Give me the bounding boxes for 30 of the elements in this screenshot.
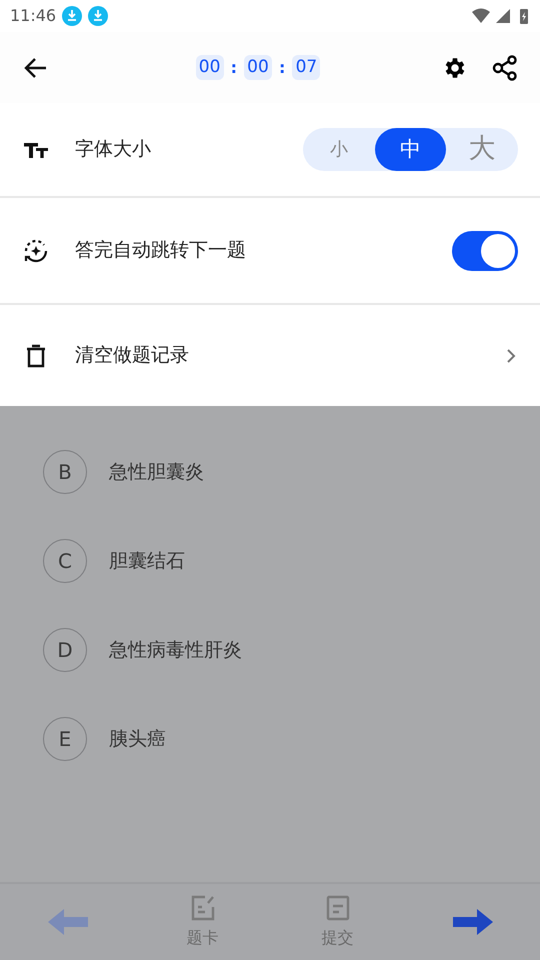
option-text[interactable]: 胰头癌 — [109, 724, 166, 754]
setting-label: 清空做题记录 — [75, 343, 190, 368]
option-text[interactable]: 胆囊结石 — [109, 546, 185, 576]
status-time: 11:46 — [10, 5, 56, 27]
font-size-option[interactable]: 小 — [303, 128, 375, 171]
edit-card-icon — [190, 894, 216, 922]
download-icon — [88, 6, 108, 26]
font-size-option[interactable]: 大 — [446, 128, 518, 171]
option-text[interactable]: 急性胆囊炎 — [109, 458, 204, 486]
battery-icon — [520, 8, 528, 24]
wifi-icon — [472, 8, 490, 24]
setting-label: 字体大小 — [75, 137, 152, 162]
option-letter[interactable]: D — [43, 628, 87, 672]
forward-arrow-icon[interactable] — [452, 909, 492, 935]
setting-label: 答完自动跳转下一题 — [75, 238, 247, 264]
timer-separator: : — [279, 56, 286, 78]
signal-icon — [496, 9, 510, 23]
timer-separator: : — [230, 56, 237, 78]
font-size-option[interactable]: 中 — [374, 128, 446, 171]
toggle-switch[interactable] — [452, 230, 518, 270]
download-icon — [62, 6, 82, 26]
share-icon[interactable] — [492, 54, 518, 80]
option-text[interactable]: 急性病毒性肝炎 — [109, 636, 242, 664]
timer-digits: 07 — [292, 55, 320, 80]
option-letter[interactable]: E — [43, 717, 87, 761]
option-letter[interactable]: B — [43, 450, 87, 494]
option-letter[interactable]: C — [43, 539, 87, 583]
timer-digits: 00 — [196, 55, 224, 80]
timer-digits: 00 — [244, 55, 272, 80]
document-icon — [324, 894, 350, 922]
